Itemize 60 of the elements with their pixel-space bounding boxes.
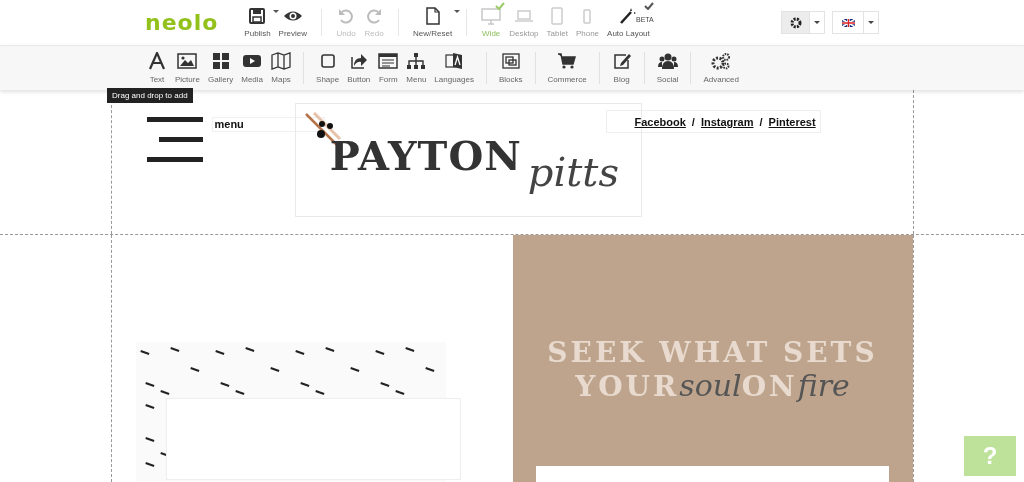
page-button[interactable]: New/Reset xyxy=(409,0,457,45)
separator-text: / xyxy=(691,116,695,128)
menu-link[interactable]: menu xyxy=(211,117,325,132)
users-tool[interactable]: Social xyxy=(652,46,683,90)
check-icon xyxy=(495,2,506,10)
picture-tool[interactable]: Picture xyxy=(171,46,204,90)
caret-icon xyxy=(868,21,874,24)
device-button[interactable]: Desktop xyxy=(505,0,543,45)
gears-icon xyxy=(711,52,732,70)
edit-icon xyxy=(611,52,632,70)
blocks-icon xyxy=(500,52,521,70)
eye-button[interactable]: Preview xyxy=(274,0,312,45)
save-button[interactable]: Publish xyxy=(240,0,275,45)
media-tool[interactable]: Media xyxy=(237,46,268,90)
caret-icon xyxy=(814,21,820,24)
gallery-icon xyxy=(210,52,231,70)
map-icon xyxy=(271,52,292,70)
social-link[interactable]: Instagram xyxy=(700,116,754,128)
separator-text: / xyxy=(759,116,763,128)
map-tool[interactable]: Maps xyxy=(267,46,296,90)
cart-tool[interactable]: Commerce xyxy=(543,46,591,90)
device-button[interactable]: Tablet xyxy=(542,0,572,45)
picture-icon xyxy=(177,52,198,70)
share-tool[interactable]: Button xyxy=(343,46,375,90)
shape-tool[interactable]: Shape xyxy=(312,46,344,90)
device-button[interactable]: Phone xyxy=(571,0,604,45)
monitor-icon xyxy=(481,7,502,25)
gallery-tool[interactable]: Gallery xyxy=(203,46,238,90)
translate-tool[interactable]: Languages xyxy=(430,46,478,90)
users-icon xyxy=(657,52,678,70)
hero-heading: SEEK WHAT SETS xyxy=(547,337,878,369)
form-icon xyxy=(378,52,399,70)
blocks-tool[interactable]: Blocks xyxy=(494,46,527,90)
gears-tool[interactable]: Advanced xyxy=(699,46,743,90)
text-tool[interactable]: Text xyxy=(143,46,171,90)
cart-icon xyxy=(557,52,578,70)
share-icon xyxy=(348,52,369,70)
hero-heading: YOUR xyxy=(575,370,680,404)
social-link[interactable]: Facebook xyxy=(634,116,686,128)
social-link[interactable]: Pinterest xyxy=(768,116,816,128)
check-icon xyxy=(643,2,654,10)
hero-script: soul xyxy=(679,369,742,403)
laptop-icon xyxy=(513,7,534,25)
settings-icon xyxy=(789,16,802,29)
media-icon xyxy=(242,52,263,70)
form-tool[interactable]: Form xyxy=(374,46,403,90)
tooltip: Drag and drop to add xyxy=(107,88,193,103)
hamburger-icon[interactable] xyxy=(146,117,203,162)
logo-script: pitts xyxy=(527,149,619,195)
save-icon xyxy=(247,7,268,25)
hero-script: fire xyxy=(797,369,850,403)
sitemap-tool[interactable]: Menu xyxy=(402,46,431,90)
logo-title: PAYTON xyxy=(329,132,522,179)
sitemap-icon xyxy=(406,52,427,70)
edit-tool[interactable]: Blog xyxy=(607,46,636,90)
settings-button[interactable] xyxy=(782,12,809,33)
app-logo: neolo xyxy=(145,10,219,35)
text-icon xyxy=(147,52,167,70)
translate-icon xyxy=(444,52,465,70)
flag-icon xyxy=(841,18,855,27)
